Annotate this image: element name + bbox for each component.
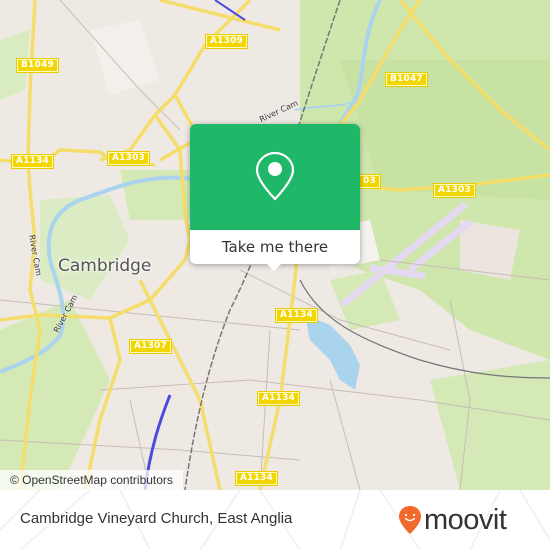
road-label-a1303: A1303 — [434, 184, 476, 197]
road-label-a1303-partial: 03 — [359, 175, 380, 188]
map-pin-icon — [255, 151, 295, 201]
map-attribution[interactable]: © OpenStreetMap contributors — [0, 470, 183, 490]
road-label-b1047: B1047 — [386, 73, 427, 86]
popup-pointer — [266, 263, 282, 271]
location-title: Cambridge Vineyard Church, East Anglia — [20, 510, 293, 527]
road-label-a1303: A1303 — [108, 152, 150, 165]
popup-header[interactable] — [190, 124, 360, 230]
take-me-there-button[interactable]: Take me there — [190, 230, 360, 264]
place-label-cambridge: Cambridge — [58, 256, 152, 276]
moovit-smile-pin-icon — [399, 506, 421, 534]
road-label-a1134: A1134 — [236, 472, 278, 485]
moovit-wordmark: moovit — [424, 504, 507, 536]
map[interactable]: Cambridge River Cam River Cam River Cam … — [0, 0, 550, 490]
park-area-centre — [40, 195, 130, 300]
footer: Cambridge Vineyard Church, East Anglia m… — [0, 490, 550, 550]
road-label-a1134: A1134 — [276, 309, 318, 322]
take-me-there-popup[interactable]: Take me there — [190, 124, 360, 271]
road-label-a1134: A1134 — [12, 155, 54, 168]
road-label-a1309: A1309 — [206, 35, 248, 48]
urban-block — [90, 20, 160, 95]
park-area-southeast — [430, 360, 550, 490]
road-label-a1134: A1134 — [258, 392, 300, 405]
moovit-logo[interactable]: moovit — [398, 502, 507, 538]
road-label-a1307: A1307 — [130, 340, 172, 353]
urban-block — [460, 220, 520, 280]
road-label-b1049: B1049 — [17, 59, 58, 72]
